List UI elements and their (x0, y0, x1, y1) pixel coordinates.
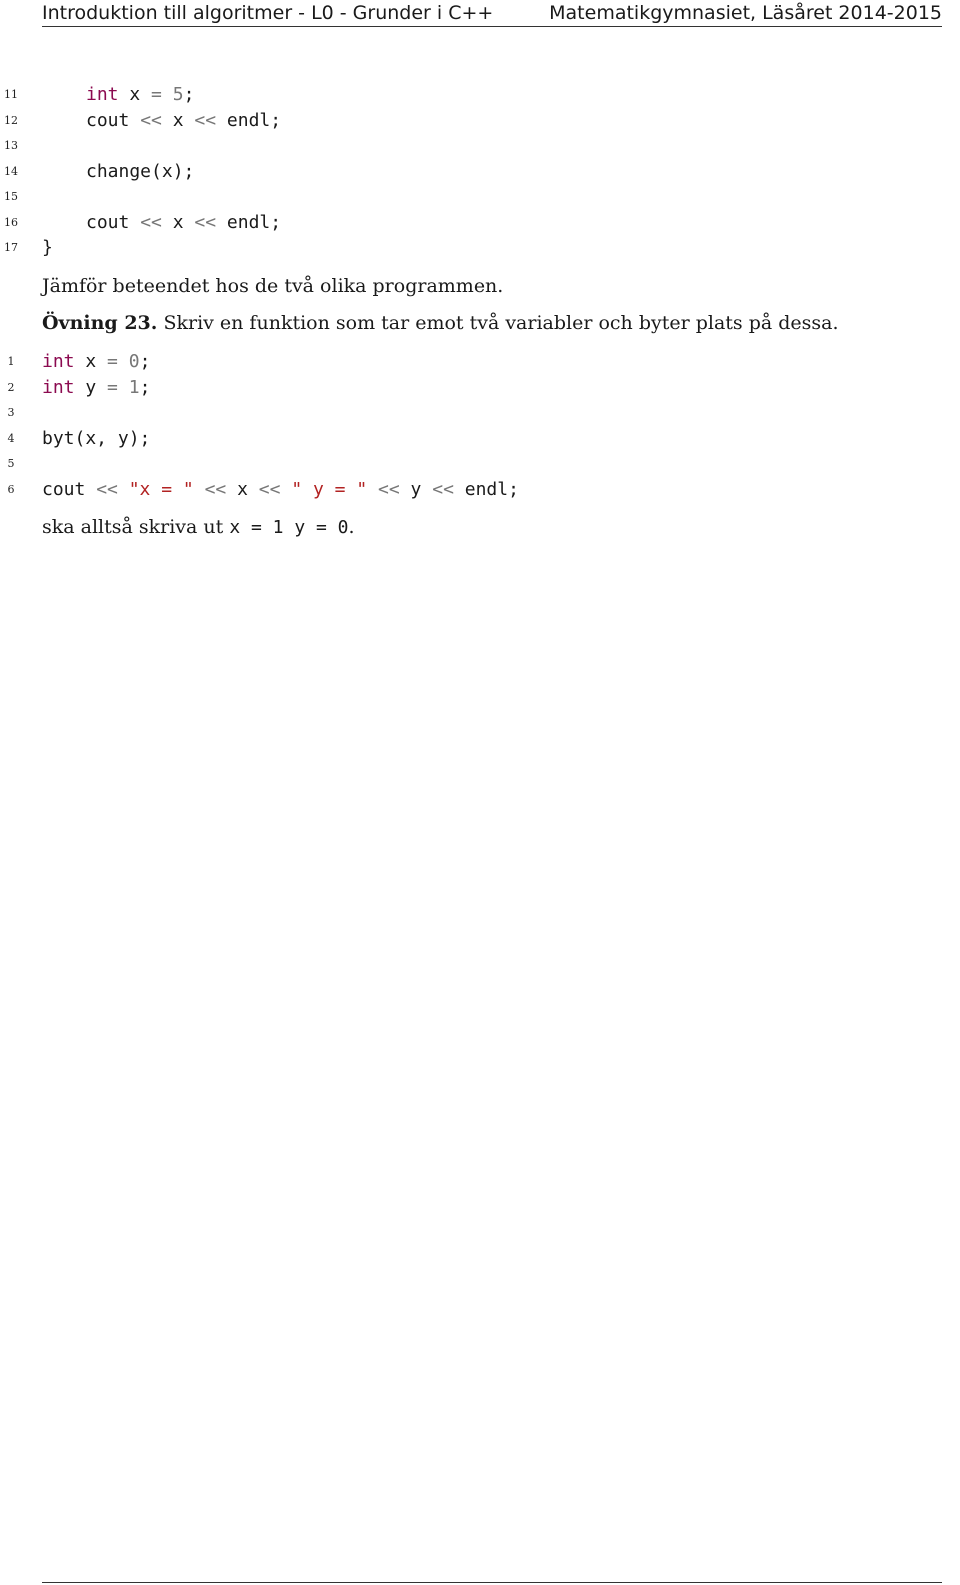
code-text: int y = 1; (42, 375, 150, 401)
code-operator: << (194, 211, 217, 233)
code-text: int x = 5; (86, 82, 194, 108)
code-operator: << (96, 478, 118, 500)
line-number: 14 (4, 164, 18, 178)
expected-output-code: x = 1 y = 0 (229, 517, 349, 538)
code-operator: << (140, 211, 162, 233)
line-number: 16 (4, 215, 18, 229)
code-operator: << (378, 478, 400, 500)
code-text: change(x); (86, 159, 194, 185)
compare-instruction: Jämför beteendet hos de två olika progra… (42, 275, 504, 297)
header-course-title: Introduktion till algoritmer - L0 - Grun… (42, 2, 494, 24)
exercise-text: Skriv en funktion som tar emot två varia… (163, 312, 839, 334)
code-token: y (399, 478, 433, 500)
exercise-label: Övning 23. (42, 312, 158, 334)
code-operator: << (204, 478, 227, 500)
code-text: cout << x << endl; (86, 210, 281, 236)
code-operator: = (107, 376, 118, 398)
code-number: 1 (128, 376, 140, 398)
code-number: 5 (172, 84, 184, 105)
code-keyword: int (42, 351, 75, 372)
code-token: ; (139, 376, 151, 398)
code-operator: << (432, 478, 454, 500)
code-token: x (74, 351, 108, 372)
code-keyword: int (86, 84, 119, 105)
line-number: 1 (7, 355, 15, 368)
line-number: 15 (4, 190, 18, 203)
code-text: cout << x << endl; (86, 108, 281, 134)
code-token: y (74, 376, 108, 398)
code-token: change(x); (86, 160, 195, 182)
line-number: 17 (4, 241, 18, 254)
code-token: cout (86, 211, 141, 233)
code-text: int x = 0; (42, 349, 150, 375)
code-number: 0 (128, 351, 140, 372)
expected-output-prefix: ska alltså skriva ut (42, 516, 230, 538)
line-number: 2 (7, 380, 15, 394)
code-operator: << (194, 109, 217, 131)
code-token: ; (183, 84, 195, 105)
code-token: ; (139, 351, 151, 372)
code-token: endl; (453, 478, 519, 500)
code-text: } (42, 235, 53, 261)
line-number: 5 (7, 457, 15, 470)
page-header: Introduktion till algoritmer - L0 - Grun… (42, 0, 942, 27)
code-token: x (161, 211, 195, 233)
code-operator: = (151, 84, 162, 105)
footer-rule (42, 1582, 942, 1583)
exercise-23: Övning 23. Skriv en funktion som tar emo… (42, 310, 839, 336)
line-number: 12 (4, 113, 18, 127)
code-text: byt(x, y); (42, 426, 150, 452)
header-school-year: Matematikgymnasiet, Läsåret 2014-2015 (549, 2, 942, 24)
code-string: " y = " (291, 478, 368, 500)
code-token: endl; (216, 211, 282, 233)
code-operator: = (107, 351, 118, 372)
code-token: cout (42, 478, 97, 500)
line-number: 11 (4, 88, 18, 101)
code-token: x (226, 478, 259, 500)
code-operator: << (140, 109, 162, 131)
code-keyword: int (42, 376, 75, 398)
expected-output: ska alltså skriva ut x = 1 y = 0. (42, 514, 355, 541)
code-string: "x = " (128, 478, 194, 500)
line-number: 6 (7, 482, 15, 496)
code-token: cout (86, 109, 141, 131)
code-token: x (161, 109, 195, 131)
code-text: cout << "x = " << x << " y = " << y << e… (42, 477, 519, 503)
line-number: 3 (7, 406, 15, 419)
code-token: } (42, 237, 53, 258)
code-token: endl; (216, 109, 282, 131)
code-token: x (118, 84, 152, 105)
code-operator: << (258, 478, 281, 500)
expected-output-suffix: . (348, 516, 355, 538)
line-number: 4 (7, 431, 15, 445)
line-number: 13 (4, 139, 18, 152)
code-token: byt(x, y); (42, 427, 151, 449)
